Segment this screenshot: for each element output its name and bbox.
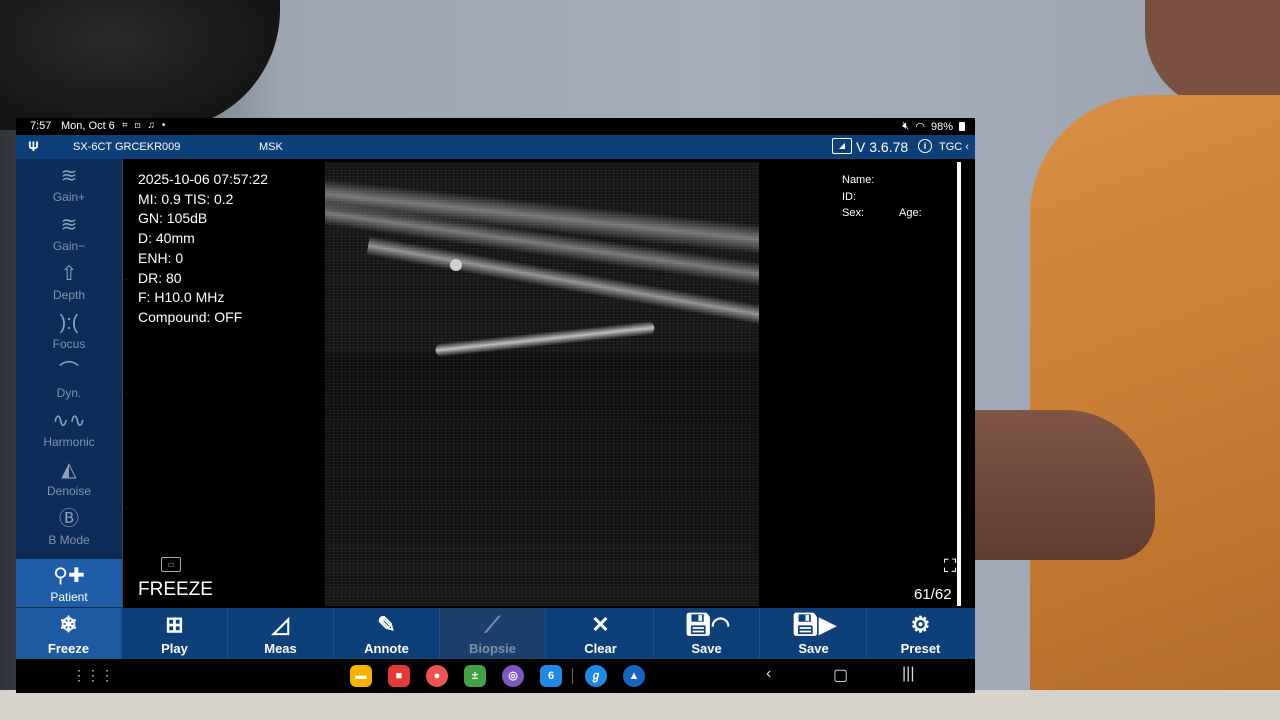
- browser-app-icon[interactable]: ◎: [502, 665, 524, 687]
- fullscreen-icon[interactable]: ⛶: [940, 556, 960, 576]
- compound-value: Compound: OFF: [138, 308, 243, 325]
- depth-ruler: - - -: [122, 159, 127, 608]
- calculator-app-icon[interactable]: ±: [464, 665, 486, 687]
- depth-button[interactable]: ⇧ Depth: [16, 257, 122, 306]
- snowflake-icon: ❄: [59, 612, 78, 637]
- denoise-icon: ◭: [61, 459, 77, 481]
- freeze-button[interactable]: ❄ Freeze: [16, 608, 122, 659]
- gain-minus-icon: ≋: [60, 214, 78, 236]
- camera-icon[interactable]: ◢: [832, 138, 852, 154]
- home-icon[interactable]: ▢: [833, 665, 848, 685]
- gain-minus-button[interactable]: ≋ Gain−: [16, 208, 122, 257]
- app-header: 𝚿 SX-6CT GRCEKR009 MSK ◢ V 3.6.78 i TGC …: [16, 135, 975, 159]
- timestamp: 2025-10-06 07:57:22: [138, 171, 268, 187]
- maps-app-icon[interactable]: ▲: [623, 665, 645, 687]
- device-id: SX-6CT GRCEKR009: [73, 141, 181, 153]
- bottom-toolbar: ❄ Freeze ⊞ Play ◿ Meas ✎ Annote ⟋ Biopsi…: [16, 608, 975, 659]
- back-icon[interactable]: ‹: [766, 665, 771, 683]
- save-image-icon: 💾︎◜◝: [684, 612, 729, 637]
- denoise-button[interactable]: ◭ Denoise: [16, 453, 122, 502]
- tablet-screen: 7:57 Mon, Oct 6 ⌗ ⊡ ♫ • 🔇︎ ◠ 98% 𝚿 SX-6C…: [16, 118, 975, 693]
- status-date: Mon, Oct 6: [61, 120, 115, 132]
- left-toolbar: ≋ Gain+ ≋ Gain− ⇧ Depth ):( Focus ⌒ Dyn.…: [16, 159, 122, 608]
- play-button[interactable]: ⊞ Play: [122, 608, 228, 659]
- notification-icons: ⌗ ⊡ ♫ •: [122, 120, 168, 131]
- gain-plus-button[interactable]: ≋ Gain+: [16, 159, 122, 208]
- gear-icon: ⚙: [910, 612, 931, 637]
- info-icon[interactable]: i: [918, 139, 932, 153]
- cine-scrollbar[interactable]: [957, 162, 961, 606]
- image-parameters: 2025-10-06 07:57:22 MI: 0.9 TIS: 0.2 GN:…: [138, 170, 268, 328]
- background-person-dark: [0, 0, 280, 130]
- clear-button[interactable]: ✕ Clear: [548, 608, 654, 659]
- b-mode-button[interactable]: Ⓑ B Mode: [16, 502, 122, 551]
- app-drawer-icon[interactable]: ⋮⋮⋮: [72, 667, 114, 684]
- measure-icon: ◿: [272, 612, 289, 637]
- clear-icon: ✕: [591, 612, 610, 637]
- frame-counter: 61/62: [914, 586, 952, 603]
- battery-icon: [959, 122, 965, 131]
- patient-name-label: Name:: [842, 174, 875, 186]
- office-app-icon[interactable]: ■: [388, 665, 410, 687]
- gain-plus-icon: ≋: [60, 165, 78, 187]
- dynamic-range-icon: ⌒: [59, 361, 79, 383]
- biopsy-icon: ⟋: [484, 612, 501, 637]
- harmonic-icon: ∿∿: [52, 410, 86, 432]
- save-video-icon: 💾︎▶: [791, 612, 836, 637]
- antenna-icon: 𝚿: [28, 139, 39, 154]
- gain-value: GN: 105dB: [138, 210, 208, 227]
- dynamic-range-button[interactable]: ⌒ Dyn.: [16, 355, 122, 404]
- app-version: V 3.6.78: [856, 139, 909, 155]
- focus-button[interactable]: ):( Focus: [16, 306, 122, 355]
- status-time: 7:57: [30, 120, 52, 132]
- wifi-icon: ◠: [915, 121, 925, 133]
- ultrasound-image[interactable]: [325, 162, 759, 606]
- patient-id-label: ID:: [842, 190, 857, 203]
- annotate-icon: ✎: [377, 612, 396, 637]
- cine-icon: ▭: [161, 557, 181, 572]
- patient-info: Name: ID: Sex: Age:: [842, 172, 922, 222]
- mute-icon: 🔇︎: [902, 120, 910, 132]
- tgc-toggle[interactable]: TGC ‹: [939, 141, 969, 153]
- b-mode-icon: Ⓑ: [59, 508, 79, 530]
- patient-sex-label: Sex:: [842, 207, 865, 219]
- recents-icon[interactable]: |||: [902, 665, 914, 683]
- mi-tis: MI: 0.9 TIS: 0.2: [138, 190, 234, 207]
- save-video-button[interactable]: 💾︎▶ Save: [761, 608, 867, 659]
- harmonic-button[interactable]: ∿∿ Harmonic: [16, 404, 122, 453]
- frequency-value: F: H10.0 MHz: [138, 289, 225, 306]
- battery-percent: 98%: [930, 120, 953, 133]
- focus-icon: ):(: [59, 312, 79, 334]
- exam-preset: MSK: [259, 141, 283, 153]
- ultrasound-app-icon[interactable]: ℊ: [585, 665, 607, 687]
- android-status-bar: 7:57 Mon, Oct 6 ⌗ ⊡ ♫ • 🔇︎ ◠ 98%: [16, 118, 975, 135]
- folder-app-icon[interactable]: ▬: [350, 665, 372, 687]
- dynamic-range-value: DR: 80: [138, 269, 182, 286]
- background-table: [0, 690, 1280, 720]
- focus-marker[interactable]: [450, 259, 462, 271]
- play-icon: ⊞: [165, 612, 184, 637]
- depth-icon: ⇧: [60, 263, 78, 285]
- measure-button[interactable]: ◿ Meas: [228, 608, 334, 659]
- patient-icon: ⚲✚: [53, 565, 85, 587]
- depth-value: D: 40mm: [138, 230, 195, 247]
- biopsy-button[interactable]: ⟋ Biopsie: [440, 608, 546, 659]
- background-person: [975, 0, 1280, 720]
- freeze-status: FREEZE: [138, 579, 213, 600]
- contacts-app-icon[interactable]: ●: [426, 665, 448, 687]
- android-nav-bar: ⋮⋮⋮ ▬ ■ ● ± ◎ 6 ℊ ▲ ‹ ▢ |||: [16, 659, 975, 693]
- preset-button[interactable]: ⚙ Preset: [868, 608, 973, 659]
- calendar-app-icon[interactable]: 6: [540, 665, 562, 687]
- annotate-button[interactable]: ✎ Annote: [334, 608, 440, 659]
- patient-button[interactable]: ⚲✚ Patient: [16, 559, 122, 608]
- patient-age-label: Age:: [899, 207, 922, 219]
- enhance-value: ENH: 0: [138, 249, 184, 266]
- save-image-button[interactable]: 💾︎◜◝ Save: [654, 608, 760, 659]
